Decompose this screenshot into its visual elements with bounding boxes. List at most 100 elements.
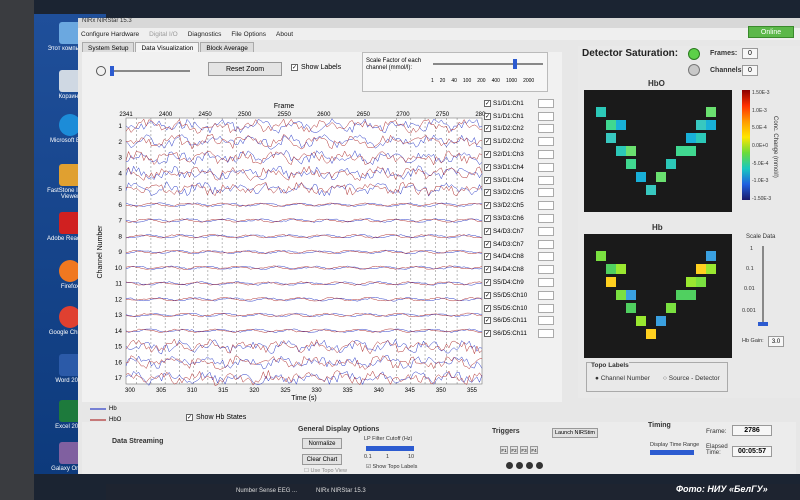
channel-checkbox[interactable]: ✓ <box>484 112 491 120</box>
channel-checkbox[interactable]: ✓ <box>484 317 491 325</box>
channel-row[interactable]: ✓ S5/D5:Ch10 <box>484 289 554 302</box>
menu-file-options[interactable]: File Options <box>231 31 266 38</box>
lp-filter-slider[interactable] <box>366 446 414 451</box>
taskbar-item-nirstar[interactable]: NIRx NIRStar 15.3 <box>316 488 366 494</box>
channel-checkbox[interactable]: ✓ <box>484 202 491 210</box>
detector-saturation-title: Detector Saturation: <box>582 48 679 59</box>
channel-row[interactable]: ✓ S3/D2:Ch5 <box>484 199 554 212</box>
signal-plot[interactable]: Frame 2341 2400 2450 2500 2550 2600 2650 2700 27… <box>82 102 489 402</box>
show-hb-states-checkbox[interactable]: ✓ <box>186 414 193 421</box>
menu-digital-io[interactable]: Digital I/O <box>149 31 178 38</box>
channel-row[interactable]: ✓ S6/D5:Ch11 <box>484 315 554 328</box>
scale-slider-knob[interactable] <box>513 59 517 69</box>
menu-about[interactable]: About <box>276 31 293 38</box>
x-axis-title: Time (s) <box>291 395 316 402</box>
channel-preview <box>538 188 554 198</box>
channel-label: S6/D5:Ch11 <box>493 317 527 325</box>
hbo-topo-map[interactable] <box>584 90 732 212</box>
channel-row[interactable]: ✓ S3/D3:Ch6 <box>484 212 554 225</box>
trigger-f4-button[interactable]: F4 <box>530 446 538 454</box>
normalize-button[interactable]: Normalize <box>302 438 342 449</box>
channel-checkbox[interactable]: ✓ <box>484 304 491 312</box>
channel-row[interactable]: ✓ S5/D5:Ch10 <box>484 302 554 315</box>
channel-checkbox[interactable]: ✓ <box>484 291 491 299</box>
channel-checkbox[interactable]: ✓ <box>484 240 491 248</box>
scale-data-label: Scale Data <box>746 234 776 240</box>
monitor-bezel <box>0 0 34 500</box>
channel-checkbox[interactable]: ✓ <box>484 99 491 107</box>
channel-label: S3/D1:Ch4 <box>493 176 524 184</box>
channel-checkbox[interactable]: ✓ <box>484 279 491 287</box>
topo-option-source-detector[interactable]: ○ Source - Detector <box>663 375 720 382</box>
channel-checkbox[interactable]: ✓ <box>484 227 491 235</box>
channel-row[interactable]: ✓ S2/D1:Ch3 <box>484 148 554 161</box>
channel-label: S3/D2:Ch5 <box>493 189 524 197</box>
channel-tick: 5 <box>118 186 122 193</box>
hb-gain-value[interactable]: 3.0 <box>768 336 784 347</box>
channel-row[interactable]: ✓ S4/D3:Ch7 <box>484 238 554 251</box>
channel-row[interactable]: ✓ S4/D4:Ch8 <box>484 263 554 276</box>
channel-row[interactable]: ✓ S3/D2:Ch5 <box>484 187 554 200</box>
channel-row[interactable]: ✓ S4/D4:Ch8 <box>484 251 554 264</box>
channel-checkbox[interactable]: ✓ <box>484 151 491 159</box>
channel-row[interactable]: ✓ S5/D4:Ch9 <box>484 276 554 289</box>
trigger-f1-button[interactable]: F1 <box>500 446 508 454</box>
taskbar-item-eeg[interactable]: Number Sense EEG ... <box>236 488 297 494</box>
menu-diagnostics[interactable]: Diagnostics <box>188 31 222 38</box>
channel-checkbox[interactable]: ✓ <box>484 189 491 197</box>
scale-data-knob[interactable] <box>758 322 768 326</box>
channel-checkbox[interactable]: ✓ <box>484 266 491 274</box>
lp-tick: 10 <box>408 454 415 460</box>
menu-configure-hardware[interactable]: Configure Hardware <box>81 31 139 38</box>
show-hb-states-toggle[interactable]: ✓ Show Hb States <box>186 414 246 421</box>
colorbar-tick: 5.0E-4 <box>752 125 767 132</box>
show-labels-checkbox[interactable]: ✓ <box>291 64 298 71</box>
topo-cell <box>646 185 656 195</box>
zoom-slider[interactable] <box>110 66 190 76</box>
display-range-slider[interactable] <box>650 450 694 455</box>
channel-row[interactable]: ✓ S1/D1:Ch1 <box>484 110 554 123</box>
channel-row[interactable]: ✓ S1/D1:Ch1 <box>484 97 554 110</box>
topo-cell <box>696 277 706 287</box>
topo-option-channel-number[interactable]: ● Channel Number <box>595 375 650 382</box>
channel-row[interactable]: ✓ S3/D1:Ch4 <box>484 174 554 187</box>
clear-chart-button[interactable]: Clear Chart <box>302 454 342 465</box>
use-topo-view-toggle[interactable]: ☐ Use Topo View <box>304 468 347 474</box>
zoom-slider-knob[interactable] <box>110 66 114 76</box>
channel-rows: ✓ S1/D1:Ch1 ✓ S1/D1:Ch1 ✓ S1/D2:Ch2 ✓ S1/D2:Ch2… <box>484 97 554 340</box>
channel-checkbox[interactable]: ✓ <box>484 330 491 338</box>
hb-topo-map[interactable] <box>584 234 732 358</box>
launch-nirstim-button[interactable]: Launch NIRStim <box>552 428 598 438</box>
time-tick: 320 <box>249 388 260 394</box>
trigger-f2-button[interactable]: F2 <box>510 446 518 454</box>
legend-hb: Hb <box>90 403 150 414</box>
channel-row[interactable]: ✓ S6/D5:Ch11 <box>484 327 554 340</box>
channel-label: S1/D2:Ch2 <box>493 138 524 146</box>
trigger-indicators <box>506 462 543 469</box>
channel-row[interactable]: ✓ S1/D2:Ch2 <box>484 123 554 136</box>
show-topo-labels-toggle[interactable]: ☑ Show Topo Labels <box>366 464 417 470</box>
channel-checkbox[interactable]: ✓ <box>484 125 491 133</box>
frame-tick: 2400 <box>159 112 173 118</box>
channel-preview <box>538 278 554 288</box>
scale-data-slider[interactable] <box>762 246 764 326</box>
frame-tick: 2600 <box>317 112 331 118</box>
online-button[interactable]: Online <box>748 26 794 38</box>
show-labels-toggle[interactable]: ✓ Show Labels <box>291 64 341 71</box>
trigger-f3-button[interactable]: F3 <box>520 446 528 454</box>
monitor-screen: Этот компьютер Корзина Microsoft Edge Fa… <box>0 0 800 500</box>
channel-checkbox[interactable]: ✓ <box>484 253 491 261</box>
time-tick: 300 <box>125 388 136 394</box>
channel-label: S3/D2:Ch5 <box>493 202 524 210</box>
show-hb-states-label: Show Hb States <box>196 414 247 421</box>
lp-filter-label: LP Filter Cutoff (Hz) <box>364 436 413 442</box>
channel-checkbox[interactable]: ✓ <box>484 163 491 171</box>
scale-slider[interactable] <box>433 59 543 69</box>
channel-row[interactable]: ✓ S3/D1:Ch4 <box>484 161 554 174</box>
channel-checkbox[interactable]: ✓ <box>484 138 491 146</box>
channel-row[interactable]: ✓ S4/D3:Ch7 <box>484 225 554 238</box>
channel-checkbox[interactable]: ✓ <box>484 176 491 184</box>
channel-row[interactable]: ✓ S1/D2:Ch2 <box>484 135 554 148</box>
channel-checkbox[interactable]: ✓ <box>484 215 491 223</box>
reset-zoom-button[interactable]: Reset Zoom <box>208 62 282 76</box>
